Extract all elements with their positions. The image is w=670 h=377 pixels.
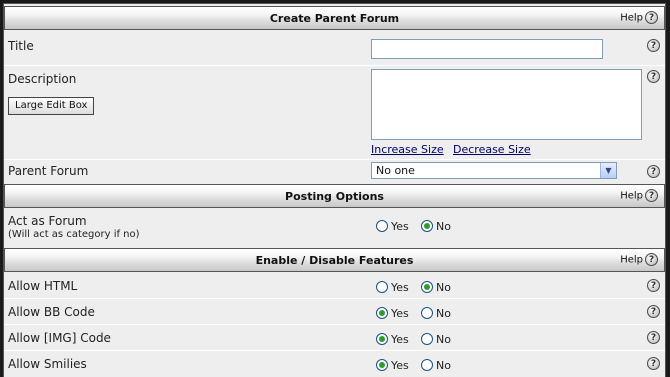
help-label: Help	[620, 190, 643, 202]
description-label: Description	[8, 72, 77, 86]
yes-label: Yes	[391, 281, 409, 294]
increase-size-link[interactable]: Increase Size	[371, 143, 444, 156]
section-title: Create Parent Forum	[269, 12, 400, 25]
help-question-icon	[645, 253, 658, 266]
allow-html-no-radio[interactable]: No	[421, 281, 451, 294]
section-header-posting-options: Posting Options Help	[4, 184, 665, 208]
help-question-icon[interactable]	[647, 357, 660, 370]
radio-checked-icon[interactable]	[376, 333, 388, 345]
act-as-forum-hint: (Will act as category if no)	[8, 229, 140, 240]
act-as-forum-yes-radio[interactable]: Yes	[376, 220, 409, 233]
help-link[interactable]: Help	[620, 11, 658, 24]
allow-html-row: Allow HTML Yes No	[4, 273, 665, 298]
help-question-icon[interactable]	[647, 305, 660, 318]
allow-smilies-row: Allow Smilies Yes No	[4, 351, 665, 377]
allow-img-row: Allow [IMG] Code Yes No	[4, 325, 665, 350]
allow-img-no-radio[interactable]: No	[421, 333, 451, 346]
help-question-icon[interactable]	[647, 39, 660, 52]
parent-forum-row: Parent Forum No one ▼	[4, 160, 665, 184]
allow-smilies-yes-radio[interactable]: Yes	[376, 359, 409, 372]
title-input[interactable]	[371, 39, 603, 59]
radio-unchecked-icon[interactable]	[421, 333, 433, 345]
radio-checked-icon[interactable]	[421, 281, 433, 293]
help-question-icon	[645, 11, 658, 24]
radio-unchecked-icon[interactable]	[421, 359, 433, 371]
help-question-icon[interactable]	[647, 331, 660, 344]
help-question-icon	[645, 189, 658, 202]
radio-unchecked-icon[interactable]	[376, 281, 388, 293]
yes-label: Yes	[391, 333, 409, 346]
allow-bbcode-no-radio[interactable]: No	[421, 307, 451, 320]
section-header-features: Enable / Disable Features Help	[4, 248, 665, 272]
allow-smilies-no-radio[interactable]: No	[421, 359, 451, 372]
help-label: Help	[620, 254, 643, 266]
no-label: No	[436, 307, 451, 320]
parent-forum-selected-value: No one	[376, 164, 415, 177]
decrease-size-link[interactable]: Decrease Size	[453, 143, 531, 156]
act-as-forum-no-radio[interactable]: No	[421, 220, 451, 233]
allow-smilies-label: Allow Smilies	[8, 357, 87, 371]
radio-checked-icon[interactable]	[376, 307, 388, 319]
section-header-create-parent-forum: Create Parent Forum Help	[4, 6, 665, 30]
help-label: Help	[620, 12, 643, 24]
allow-img-label: Allow [IMG] Code	[8, 331, 111, 345]
help-link[interactable]: Help	[620, 253, 658, 266]
allow-bbcode-yes-radio[interactable]: Yes	[376, 307, 409, 320]
parent-forum-label: Parent Forum	[8, 164, 89, 178]
no-label: No	[436, 220, 451, 233]
yes-label: Yes	[391, 220, 409, 233]
chevron-down-icon[interactable]: ▼	[600, 163, 616, 178]
help-question-icon[interactable]	[647, 279, 660, 292]
help-question-icon[interactable]	[647, 165, 660, 178]
radio-unchecked-icon[interactable]	[376, 220, 388, 232]
forum-settings-panel: Create Parent Forum Help Title Descripti…	[3, 3, 666, 377]
allow-bbcode-label: Allow BB Code	[8, 305, 95, 319]
section-title: Posting Options	[285, 190, 384, 203]
parent-forum-select[interactable]: No one ▼	[371, 162, 617, 179]
no-label: No	[436, 333, 451, 346]
radio-checked-icon[interactable]	[421, 220, 433, 232]
radio-checked-icon[interactable]	[376, 359, 388, 371]
allow-img-yes-radio[interactable]: Yes	[376, 333, 409, 346]
help-question-icon[interactable]	[647, 70, 660, 83]
yes-label: Yes	[391, 359, 409, 372]
allow-html-yes-radio[interactable]: Yes	[376, 281, 409, 294]
no-label: No	[436, 359, 451, 372]
description-row: Description Large Edit Box Increase Size…	[4, 66, 665, 159]
no-label: No	[436, 281, 451, 294]
radio-unchecked-icon[interactable]	[421, 307, 433, 319]
title-row: Title	[4, 31, 665, 65]
description-textarea[interactable]	[371, 69, 642, 140]
act-as-forum-label: Act as Forum	[8, 214, 87, 228]
large-edit-box-button[interactable]: Large Edit Box	[8, 97, 95, 115]
yes-label: Yes	[391, 307, 409, 320]
section-title: Enable / Disable Features	[255, 254, 414, 267]
help-link[interactable]: Help	[620, 189, 658, 202]
act-as-forum-row: Act as Forum (Will act as category if no…	[4, 209, 665, 247]
allow-bbcode-row: Allow BB Code Yes No	[4, 299, 665, 324]
title-label: Title	[8, 39, 34, 53]
allow-html-label: Allow HTML	[8, 279, 78, 293]
